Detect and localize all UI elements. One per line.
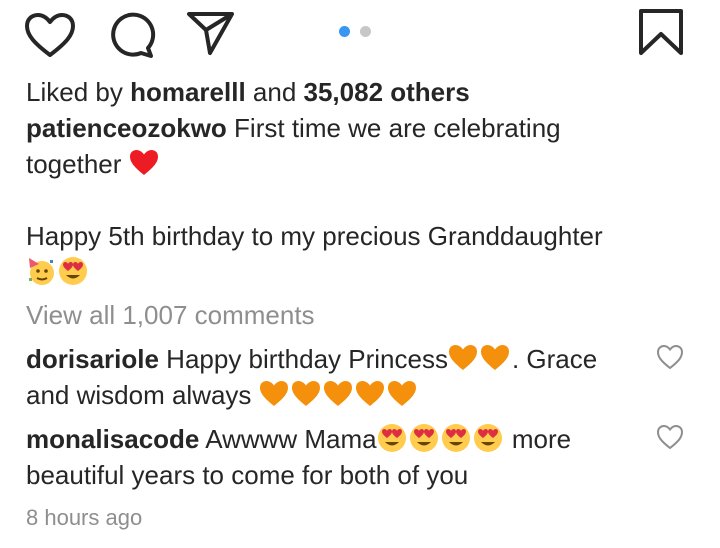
comment-item: dorisariole Happy birthday Princess . Gra… xyxy=(26,341,646,413)
comment-text: Awwww Mama xyxy=(199,424,377,454)
heart-eyes-emoji-icon xyxy=(409,423,439,453)
partying-face-emoji-icon xyxy=(26,256,56,286)
heart-eyes-emoji-icon xyxy=(441,423,471,453)
post-timestamp: 8 hours ago xyxy=(26,505,143,530)
comment-username[interactable]: dorisariole xyxy=(26,344,159,374)
heart-eyes-emoji-icon xyxy=(58,256,88,286)
carousel-dot[interactable] xyxy=(360,26,371,37)
post-caption: patienceozokwo First time we are celebra… xyxy=(26,110,686,290)
red-heart-emoji-icon xyxy=(129,148,159,178)
caption-text-1: First time we are celebrating xyxy=(226,113,561,143)
comment-username[interactable]: monalisacode xyxy=(26,424,199,454)
comment-text: and wisdom always xyxy=(26,380,252,410)
orange-heart-emoji-icon xyxy=(448,343,478,373)
comment-item: monalisacode Awwww Mama more beautiful y… xyxy=(26,421,646,493)
likes-middle: and xyxy=(245,77,304,107)
heart-outline-icon[interactable] xyxy=(24,12,76,58)
orange-heart-emoji-icon xyxy=(323,379,353,409)
paper-plane-icon[interactable] xyxy=(186,10,236,56)
caption-text-2: together xyxy=(26,149,122,179)
comment-text: Happy birthday Princess xyxy=(158,344,448,374)
caption-text-3: Happy 5th birthday to my precious Grandd… xyxy=(26,221,603,251)
carousel-dot-active xyxy=(339,26,350,37)
action-bar xyxy=(0,0,720,64)
caption-username[interactable]: patienceozokwo xyxy=(26,113,227,143)
likes-summary[interactable]: Liked by homarelll and 35,082 others xyxy=(26,74,686,110)
comment-bubble-icon[interactable] xyxy=(106,10,156,60)
orange-heart-emoji-icon xyxy=(480,343,510,373)
orange-heart-emoji-icon xyxy=(291,379,321,409)
small-heart-outline-icon[interactable] xyxy=(656,424,684,450)
orange-heart-emoji-icon xyxy=(387,379,417,409)
view-all-comments-link[interactable]: View all 1,007 comments xyxy=(26,297,686,333)
comment-text: beautiful years to come for both of you xyxy=(26,460,469,490)
small-heart-outline-icon[interactable] xyxy=(656,344,684,370)
bookmark-icon[interactable] xyxy=(638,8,684,56)
heart-eyes-emoji-icon xyxy=(377,423,407,453)
orange-heart-emoji-icon xyxy=(259,379,289,409)
orange-heart-emoji-icon xyxy=(355,379,385,409)
comment-text: . Grace xyxy=(511,344,598,374)
liker-username[interactable]: homarelll xyxy=(130,77,246,107)
heart-eyes-emoji-icon xyxy=(473,423,503,453)
likes-prefix: Liked by xyxy=(26,77,131,107)
comment-text: more xyxy=(504,424,572,454)
likes-count[interactable]: 35,082 others xyxy=(304,77,470,107)
